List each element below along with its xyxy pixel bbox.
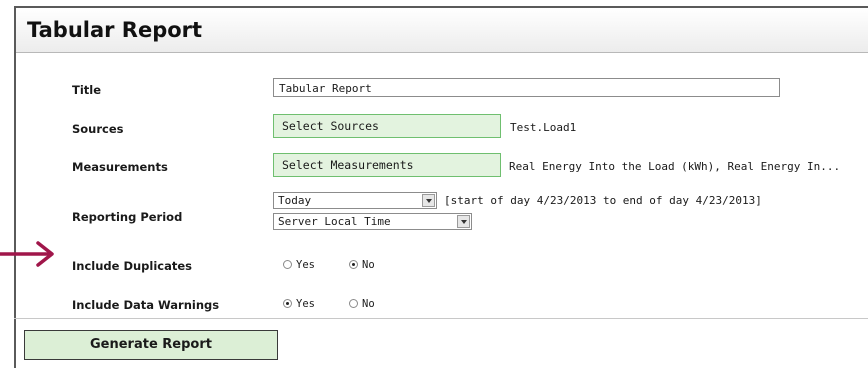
select-sources-button[interactable]: Select Sources [273, 114, 501, 138]
include-duplicates-label: Include Duplicates [72, 259, 193, 273]
page-title: Tabular Report [27, 18, 203, 42]
measurements-label: Measurements [72, 160, 168, 174]
arrow-right-icon [0, 241, 54, 267]
include-data-warnings-label: Include Data Warnings [72, 298, 220, 312]
report-panel: Tabular Report Title Tabular Report Sour… [14, 6, 868, 368]
sources-label: Sources [72, 122, 124, 136]
period-select-value: Today [278, 194, 312, 207]
timezone-select[interactable]: Server Local Time [273, 213, 472, 230]
select-measurements-button[interactable]: Select Measurements [273, 153, 501, 177]
chevron-down-icon[interactable] [422, 194, 435, 207]
duplicates-yes-radio[interactable] [283, 260, 292, 269]
panel-header: Tabular Report [16, 8, 868, 53]
warnings-no-label: No [362, 298, 375, 310]
warnings-yes-radio[interactable] [283, 299, 292, 308]
duplicates-no-label: No [362, 259, 375, 271]
duplicates-no-radio[interactable] [349, 260, 358, 269]
reporting-period-label: Reporting Period [72, 210, 183, 224]
report-form: Title Tabular Report Sources Select Sour… [20, 56, 868, 324]
sources-value: Test.Load1 [510, 121, 577, 134]
period-select[interactable]: Today [273, 192, 437, 209]
measurements-value: Real Energy Into the Load (kWh), Real En… [509, 160, 841, 173]
warnings-no-radio[interactable] [349, 299, 358, 308]
form-divider [14, 318, 868, 319]
warnings-yes-label: Yes [296, 298, 315, 310]
title-label: Title [72, 83, 102, 97]
duplicates-yes-label: Yes [296, 259, 315, 271]
period-range-text: [start of day 4/23/2013 to end of day 4/… [444, 194, 762, 207]
chevron-down-icon[interactable] [457, 215, 470, 228]
title-input[interactable]: Tabular Report [273, 78, 780, 97]
timezone-select-value: Server Local Time [278, 215, 391, 228]
generate-report-button[interactable]: Generate Report [24, 330, 278, 360]
